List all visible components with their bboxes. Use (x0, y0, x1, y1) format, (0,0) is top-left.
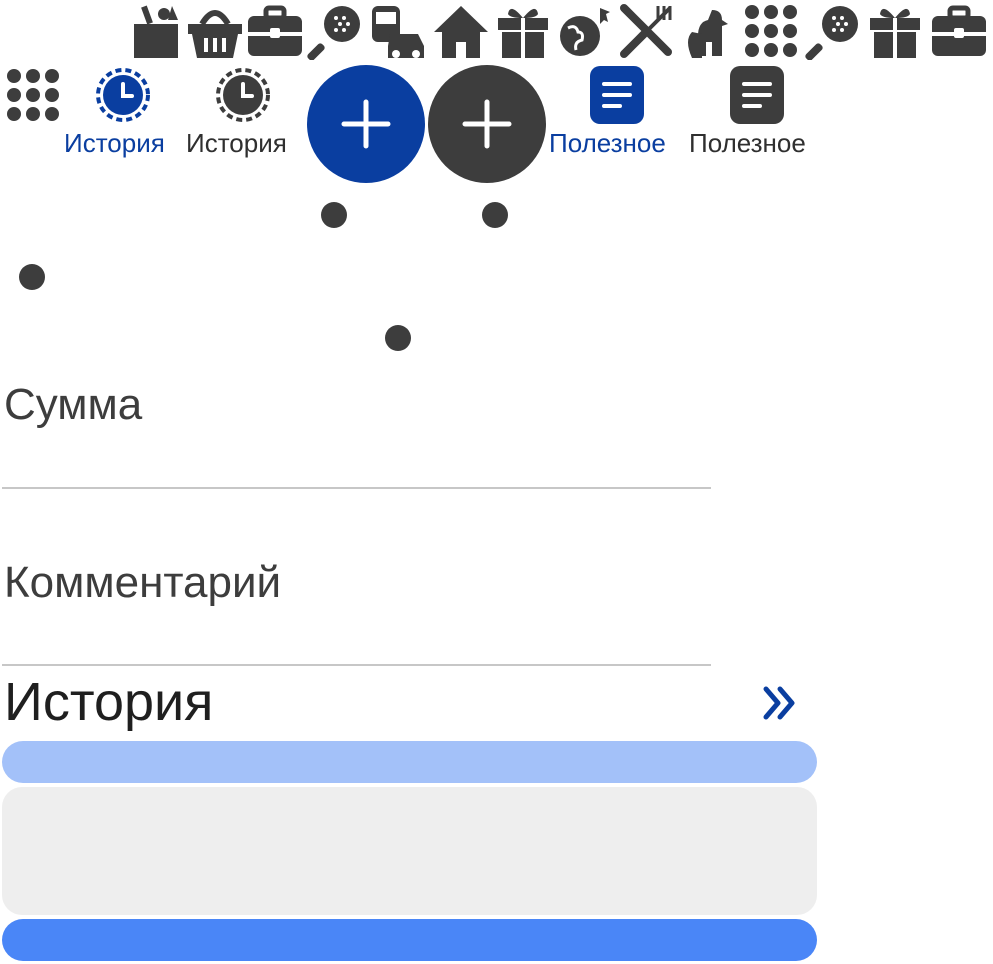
history-skeleton-bar (2, 919, 817, 961)
basket-icon[interactable] (186, 2, 244, 60)
gift-icon[interactable] (494, 2, 552, 60)
padel-racket-icon[interactable] (804, 2, 862, 60)
gift-icon[interactable] (866, 2, 924, 60)
comment-field-label: Комментарий (4, 558, 282, 607)
document-icon (588, 64, 646, 126)
history-title: История (4, 672, 214, 732)
indicator-dot (321, 202, 347, 228)
nav-history-active[interactable]: История (64, 64, 184, 164)
clock-icon (214, 66, 272, 124)
transport-icon[interactable] (368, 2, 426, 60)
history-skeleton-bar (2, 741, 817, 783)
plus-icon (462, 99, 512, 149)
apps-grid-icon[interactable] (742, 2, 800, 60)
comment-field-underline (2, 664, 711, 666)
amount-field-label: Сумма (4, 380, 143, 429)
pets-icon[interactable] (682, 2, 740, 60)
home-icon[interactable] (432, 2, 490, 60)
travel-globe-icon[interactable] (556, 2, 614, 60)
grocery-bag-icon[interactable] (128, 2, 186, 60)
amount-field-underline (2, 487, 711, 489)
nav-useful[interactable]: Полезное (688, 64, 828, 164)
briefcase-icon[interactable] (246, 2, 304, 60)
nav-useful-active[interactable]: Полезное (548, 64, 688, 164)
document-icon (728, 64, 786, 126)
nav-history-label: История (186, 128, 287, 158)
nav-useful-label: Полезное (549, 128, 666, 158)
comment-field[interactable]: Комментарий (0, 552, 715, 668)
add-button-secondary[interactable] (428, 65, 546, 183)
double-chevron-right-icon[interactable] (762, 683, 798, 723)
padel-racket-icon[interactable] (306, 2, 364, 60)
restaurant-icon[interactable] (618, 2, 676, 60)
nav-history[interactable]: История (184, 64, 304, 164)
nav-history-label: История (64, 128, 165, 158)
apps-grid-icon[interactable] (4, 66, 62, 124)
plus-icon (341, 99, 391, 149)
briefcase-icon[interactable] (930, 2, 988, 60)
clock-icon (94, 66, 152, 124)
amount-field[interactable]: Сумма (0, 376, 715, 492)
indicator-dot (385, 325, 411, 351)
indicator-dot (19, 264, 45, 290)
history-skeleton-card (2, 787, 817, 915)
nav-useful-label: Полезное (689, 128, 806, 158)
indicator-dot (482, 202, 508, 228)
add-button-primary[interactable] (307, 65, 425, 183)
